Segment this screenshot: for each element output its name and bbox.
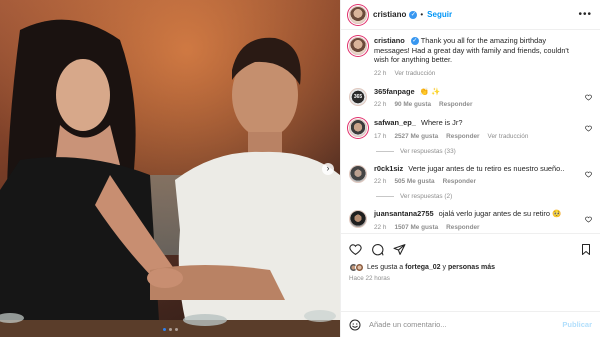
liker-avatar	[355, 263, 364, 272]
like-heart-icon[interactable]	[349, 243, 362, 256]
comment-text: Verte jugar antes de tu retiro es nuestr…	[408, 163, 565, 173]
heart-outline-icon[interactable]	[585, 125, 592, 132]
likes-others-link[interactable]: personas más	[448, 264, 495, 271]
comment-bubble-icon[interactable]	[371, 243, 384, 256]
post-photo[interactable]: ›	[0, 0, 340, 337]
header-separator: •	[420, 10, 424, 19]
comment-item: safwan_ep_ Where is Jr? 17 h 2527 Me gus…	[349, 118, 592, 140]
comment-time[interactable]: 22 h	[374, 178, 386, 185]
carousel-dots	[0, 328, 340, 331]
comment-text: ojalá verlo jugar antes de su retiro 🥺	[438, 209, 562, 218]
more-dots-icon[interactable]: •••	[578, 9, 592, 20]
emoji-icon[interactable]	[349, 319, 361, 331]
publish-button[interactable]: Publicar	[562, 320, 592, 329]
comment-likes[interactable]: 505 Me gusta	[394, 178, 434, 185]
likes-joiner: y	[442, 264, 447, 271]
replies-line	[376, 196, 394, 197]
post-actions: Les gusta a fortega_02 y personas más Ha…	[341, 233, 600, 311]
comment-time[interactable]: 17 h	[374, 133, 386, 140]
carousel-dot	[168, 328, 172, 331]
comment-likes[interactable]: 2527 Me gusta	[394, 133, 438, 140]
view-replies-label[interactable]: Ver respuestas (33)	[400, 148, 456, 155]
comment-text: Where is Jr?	[420, 118, 463, 127]
comment-username[interactable]: safwan_ep_	[374, 118, 416, 127]
post-header: cristiano ✓ • Seguir •••	[341, 0, 600, 30]
reply-button[interactable]: Responder	[446, 224, 479, 231]
heart-outline-icon[interactable]	[585, 171, 592, 178]
author-avatar[interactable]	[349, 5, 367, 24]
heart-outline-icon[interactable]	[585, 94, 592, 101]
likes-prefix: Les gusta a	[367, 264, 404, 271]
heart-outline-icon[interactable]	[585, 216, 592, 223]
comment-likes[interactable]: 90 Me gusta	[394, 101, 431, 108]
reply-button[interactable]: Responder	[446, 133, 479, 140]
photo-illustration	[0, 0, 340, 337]
comment-item: r0ck1siz Verte jugar antes de tu retiro …	[349, 163, 592, 185]
comment-time[interactable]: 22 h	[374, 224, 386, 231]
view-replies-label[interactable]: Ver respuestas (2)	[400, 193, 452, 200]
share-send-icon[interactable]	[393, 243, 406, 256]
posted-time[interactable]: Hace 22 horas	[349, 275, 592, 282]
view-replies-button[interactable]: Ver respuestas (33)	[376, 148, 592, 155]
comment-text: 👏 ✨	[419, 86, 441, 96]
add-comment-bar: Añade un comentario... Publicar	[341, 311, 600, 337]
author-username[interactable]: cristiano	[373, 10, 406, 19]
caption-translate-link[interactable]: Ver traducción	[394, 70, 435, 77]
view-replies-button[interactable]: Ver respuestas (2)	[376, 193, 592, 200]
next-photo-button[interactable]: ›	[322, 163, 334, 175]
comment-input[interactable]: Añade un comentario...	[369, 320, 447, 329]
replies-line	[376, 150, 394, 152]
caption-username[interactable]: cristiano	[374, 36, 405, 45]
post-side-panel: cristiano ✓ • Seguir ••• cristiano ✓ Than…	[340, 0, 600, 337]
comments-list: cristiano ✓ Thank you all for the amazing…	[341, 30, 600, 233]
comment-item: juansantana2755 ojalá verlo jugar antes …	[349, 209, 592, 231]
comment-item: 365fanpage 👏 ✨ 22 h 90 Me gusta Responde…	[349, 86, 592, 108]
follow-button[interactable]: Seguir	[427, 10, 452, 19]
likes-summary: Les gusta a fortega_02 y personas más	[349, 263, 592, 272]
translate-link[interactable]: Ver traducción	[488, 133, 529, 140]
instagram-post-window: › cristiano ✓ • Seguir ••• cristiano ✓ T…	[0, 0, 600, 337]
carousel-dot-active	[162, 328, 166, 331]
comment-username[interactable]: juansantana2755	[374, 209, 434, 218]
likes-user-link[interactable]: fortega_02	[405, 264, 440, 271]
comment-time[interactable]: 22 h	[374, 101, 386, 108]
bookmark-icon[interactable]	[580, 243, 592, 256]
comment-avatar[interactable]	[349, 164, 367, 183]
caption: cristiano ✓ Thank you all for the amazing…	[349, 36, 592, 77]
comment-username[interactable]: 365fanpage	[374, 87, 415, 96]
verified-badge-icon: ✓	[410, 37, 419, 46]
reply-button[interactable]: Responder	[443, 178, 476, 185]
comment-avatar[interactable]	[349, 119, 367, 137]
caption-time[interactable]: 22 h	[374, 70, 386, 77]
verified-badge-icon: ✓	[409, 10, 418, 19]
comment-avatar[interactable]	[349, 87, 367, 106]
reply-button[interactable]: Responder	[439, 101, 472, 108]
caption-avatar[interactable]	[349, 37, 367, 55]
comment-avatar[interactable]	[349, 210, 367, 228]
comment-username[interactable]: r0ck1siz	[374, 164, 403, 173]
comment-likes[interactable]: 1507 Me gusta	[394, 224, 438, 231]
carousel-dot	[174, 328, 178, 331]
